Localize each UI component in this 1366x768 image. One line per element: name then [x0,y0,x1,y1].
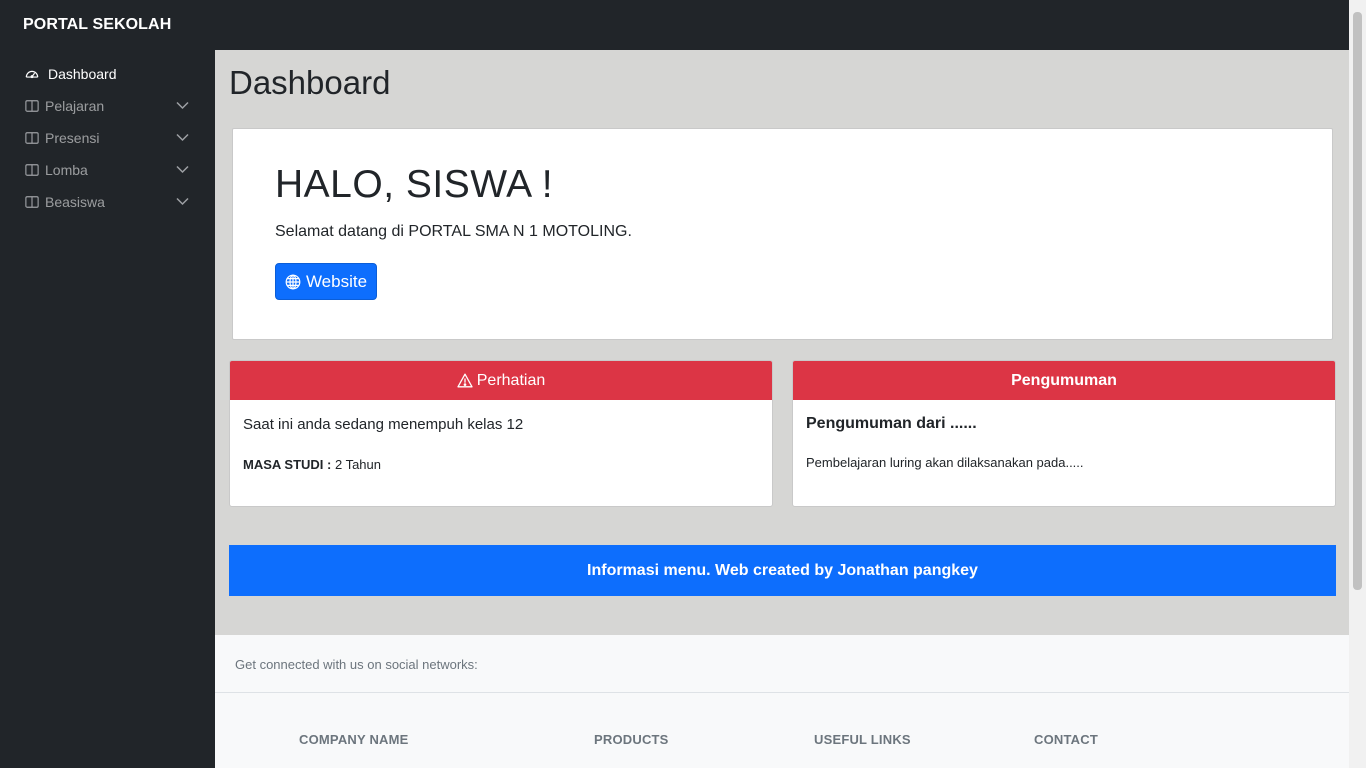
chevron-down-icon[interactable] [176,133,189,142]
attention-card: Perhatian Saat ini anda sedang menempuh … [229,360,773,507]
announcement-title: Pengumuman dari ...... [806,415,977,432]
current-class-text: Saat ini anda sedang menempuh kelas 12 [243,416,524,433]
website-button[interactable]: Website [275,263,377,300]
sidebar: Dashboard Pelajaran Presensi Lomba Beasi… [0,50,215,768]
chevron-down-icon[interactable] [176,101,189,110]
study-period-label: MASA STUDI : [243,457,332,472]
info-banner: Informasi menu. Web created by Jonathan … [229,545,1336,596]
brand-title[interactable]: PORTAL SEKOLAH [23,16,171,34]
welcome-heading: HALO, SISWA ! [275,163,554,206]
footer-divider [215,692,1349,693]
speedometer-icon [25,67,39,81]
footer-heading-contact: CONTACT [1034,732,1098,747]
globe-icon [285,274,301,289]
layout-columns-icon [25,99,39,113]
study-period-value: 2 Tahun [331,457,381,472]
attention-card-title: Perhatian [476,371,546,389]
study-period: MASA STUDI : 2 Tahun [243,457,381,472]
sidebar-item-label: Beasiswa [45,194,105,210]
layout-columns-icon [25,195,39,209]
layout-columns-icon [25,163,39,177]
announcement-card: Pengumuman Pengumuman dari ...... Pembel… [792,360,1336,507]
chevron-down-icon[interactable] [176,165,189,174]
welcome-text: Selamat datang di PORTAL SMA N 1 MOTOLIN… [275,223,632,240]
attention-card-header: Perhatian [230,361,772,400]
footer-heading-company: COMPANY NAME [299,732,409,747]
page-scrollbar[interactable] [1349,0,1366,768]
welcome-card: HALO, SISWA ! Selamat datang di PORTAL S… [232,128,1333,340]
sidebar-item-pelajaran[interactable]: Pelajaran [0,90,215,122]
sidebar-item-beasiswa[interactable]: Beasiswa [0,186,215,218]
sidebar-item-label: Pelajaran [45,98,105,114]
sidebar-item-label: Lomba [45,162,88,178]
announcement-card-title: Pengumuman [1011,371,1117,389]
sidebar-item-label: Presensi [45,130,100,146]
chevron-down-icon[interactable] [176,197,189,206]
top-navbar: PORTAL SEKOLAH [0,0,1349,50]
sidebar-item-presensi[interactable]: Presensi [0,122,215,154]
footer-heading-useful-links: USEFUL LINKS [814,732,911,747]
sidebar-item-dashboard[interactable]: Dashboard [0,58,215,90]
announcement-card-header: Pengumuman [793,361,1335,400]
social-networks-text: Get connected with us on social networks… [235,657,478,672]
announcement-text: Pembelajaran luring akan dilaksanakan pa… [806,455,1084,470]
footer: Get connected with us on social networks… [215,635,1349,768]
scrollbar-thumb[interactable] [1353,12,1362,590]
main-content: Dashboard HALO, SISWA ! Selamat datang d… [215,50,1349,768]
sidebar-item-lomba[interactable]: Lomba [0,154,215,186]
warning-triangle-icon [457,373,473,388]
website-button-label: Website [305,271,368,291]
layout-columns-icon [25,131,39,145]
sidebar-item-label: Dashboard [48,66,117,82]
page-title: Dashboard [229,64,391,101]
footer-heading-products: PRODUCTS [594,732,669,747]
